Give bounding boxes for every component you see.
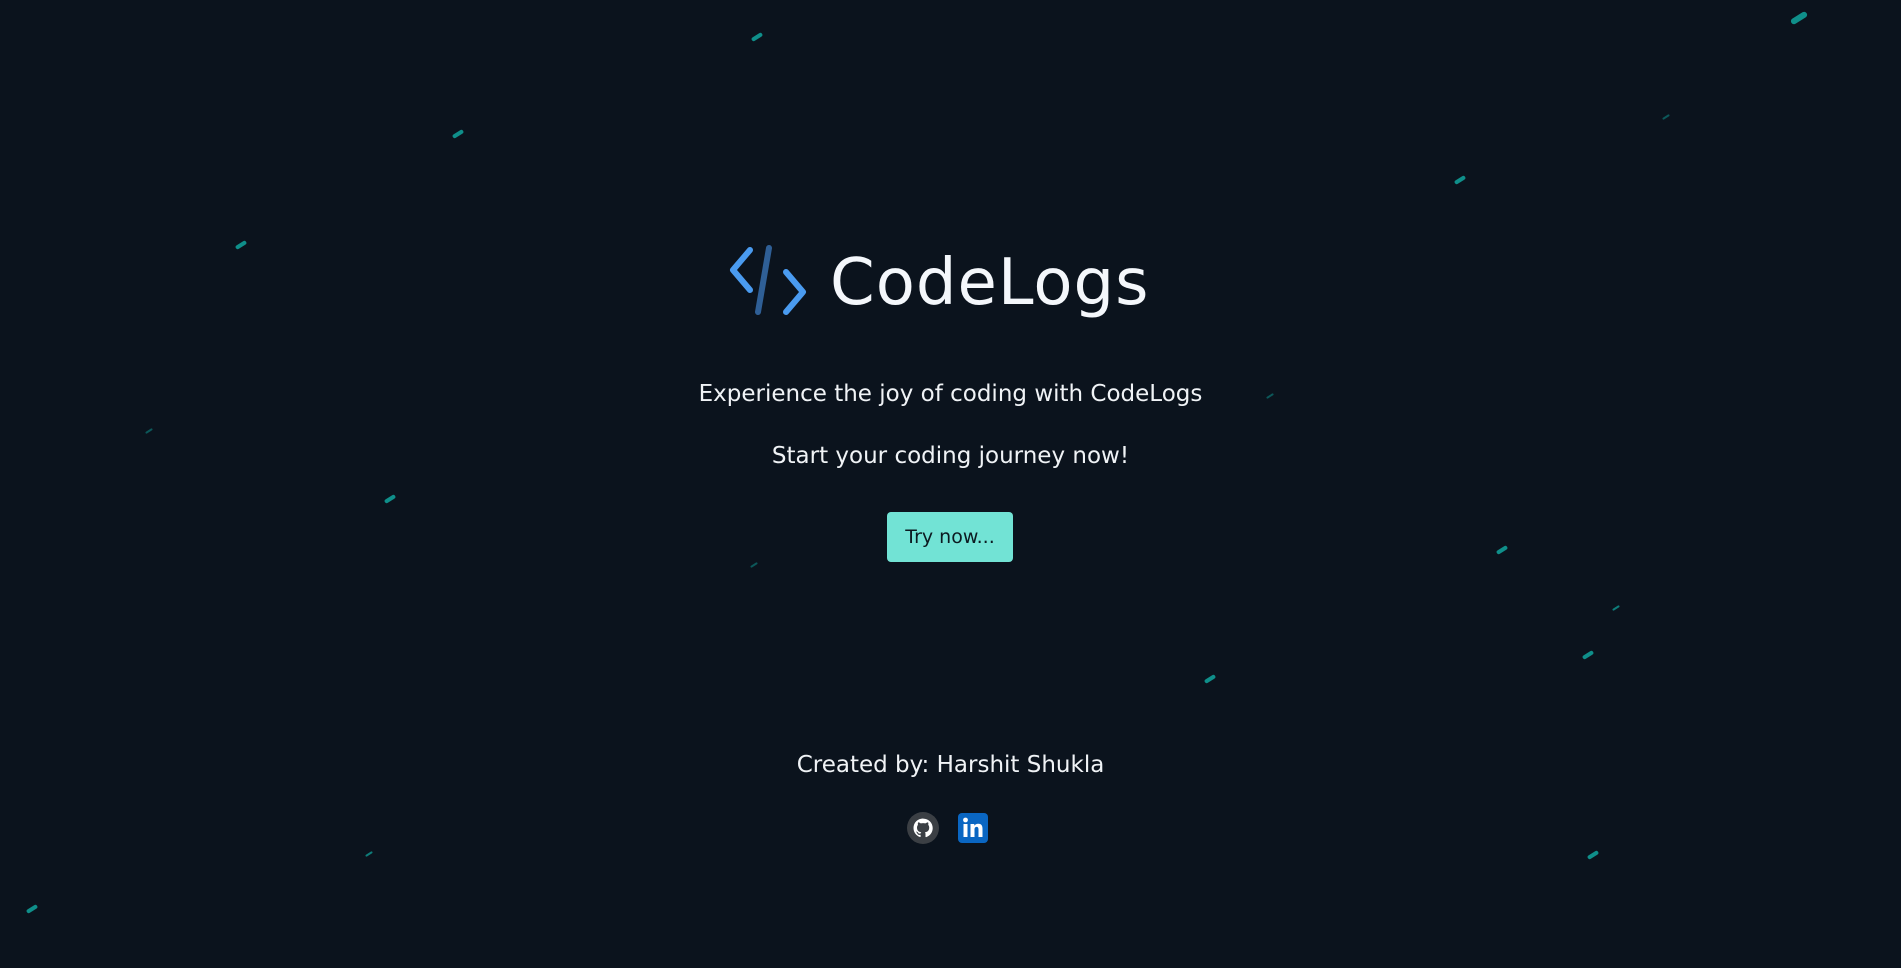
background-streak <box>1612 605 1620 611</box>
background-streak <box>383 494 397 504</box>
hero-subtagline: Start your coding journey now! <box>771 443 1130 469</box>
creator-credit: Created by: Harshit Shukla <box>796 752 1105 778</box>
background-streak <box>750 32 764 42</box>
background-streak <box>750 562 758 568</box>
try-now-button[interactable]: Try now... <box>887 512 1013 562</box>
linkedin-link[interactable] <box>957 812 989 844</box>
github-link[interactable] <box>907 812 939 844</box>
background-streak <box>234 240 248 250</box>
code-brackets-icon <box>730 245 806 315</box>
background-streak <box>25 904 39 914</box>
background-streak <box>1495 545 1509 555</box>
background-streak <box>1203 674 1217 684</box>
brand-name: CodeLogs <box>830 246 1150 320</box>
background-streak <box>451 129 465 139</box>
background-streak <box>1581 650 1595 660</box>
background-streak <box>1662 114 1670 120</box>
background-streak <box>145 428 153 434</box>
social-links <box>907 812 989 844</box>
linkedin-icon <box>958 813 988 843</box>
hero-tagline: Experience the joy of coding with CodeLo… <box>698 381 1203 407</box>
background-streak <box>1789 10 1809 26</box>
background-streak <box>1453 175 1467 185</box>
background-streak <box>1586 850 1600 860</box>
background-streak <box>365 851 373 857</box>
brand: CodeLogs <box>728 238 1150 324</box>
github-icon <box>907 812 939 844</box>
landing-page: CodeLogs Experience the joy of coding wi… <box>0 0 1901 968</box>
